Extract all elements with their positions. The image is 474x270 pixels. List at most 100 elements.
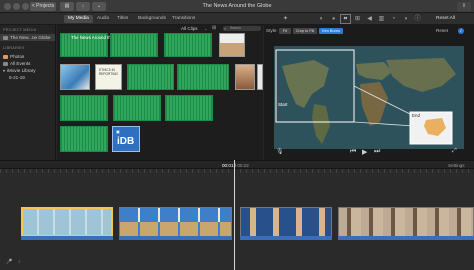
photos-icon [3, 54, 8, 59]
crop-icon[interactable]: ⌗ [340, 14, 351, 24]
media-clip[interactable] [113, 95, 161, 121]
tab-transitions[interactable]: Transitions [168, 15, 199, 23]
timeline-clip-anchor[interactable] [240, 207, 332, 237]
timeline-header: 00:01 / 00:22 Settings [0, 160, 474, 169]
color-balance-icon[interactable]: ◐ [317, 15, 326, 23]
media-toolbar: My Media Audio Titles Backgrounds Transi… [0, 13, 474, 25]
text-thumbnail[interactable]: ETHICS IN REPORTING [95, 64, 122, 90]
photo-thumbnail[interactable] [60, 64, 90, 90]
stabilization-icon[interactable]: ⊞ [353, 15, 362, 23]
audio-track[interactable] [338, 236, 474, 240]
audio-track[interactable] [240, 236, 332, 240]
timeline-clip-map[interactable] [21, 207, 113, 237]
media-clip[interactable] [165, 95, 213, 121]
media-browser: All Clips ⌄ ⊞ ⌕ Search The News Around t… [57, 25, 263, 160]
media-clip[interactable] [110, 33, 158, 57]
tab-audio[interactable]: Audio [93, 15, 113, 23]
sidebar-item-label: All Events [10, 61, 31, 66]
start-label: Start [278, 102, 288, 107]
play-icon[interactable]: ▶ [362, 148, 367, 156]
projects-button[interactable]: < Projects [30, 2, 56, 11]
speed-icon[interactable]: ◔ [389, 15, 398, 23]
audio-track[interactable] [21, 236, 113, 240]
microphone-icon[interactable]: 🎙 [276, 148, 284, 155]
map-preview[interactable]: Start End [274, 46, 464, 149]
sidebar-item-photos[interactable]: Photos [0, 53, 55, 60]
clip-filter-dropdown[interactable]: All Clips [181, 25, 198, 32]
star-icon [3, 61, 8, 66]
filter-chevron-icon[interactable]: ⌄ [204, 25, 207, 32]
crop-style-row: Style: Fit Crop to Fill Ken Burns Reset … [264, 26, 474, 35]
zoom-window-icon[interactable] [22, 3, 29, 10]
reset-all-button[interactable]: Reset All [436, 15, 455, 23]
music-note-icon[interactable]: ♪ [18, 259, 21, 265]
photo-thumbnail[interactable] [219, 33, 245, 57]
timeline-clip-studio[interactable] [338, 207, 474, 237]
sidebar-item-project[interactable]: The New...ne Globe [0, 34, 55, 41]
media-clip[interactable] [60, 126, 108, 152]
close-window-icon[interactable] [4, 3, 11, 10]
reset-button[interactable]: Reset [436, 26, 448, 35]
timeline-ruler[interactable] [0, 169, 474, 173]
info-icon[interactable]: ⓘ [413, 15, 422, 23]
library-toggle-icon[interactable]: ▤ [60, 2, 74, 11]
timeline[interactable]: 🎤 ♪ [0, 169, 474, 270]
import-down-icon[interactable]: ↓ [76, 2, 90, 11]
timeline-clip-news[interactable] [119, 207, 232, 237]
sidebar-item-label: 5-21-19 [9, 75, 25, 80]
current-time: 00:01 [222, 163, 234, 168]
playhead[interactable] [234, 160, 235, 270]
libraries-heading: LIBRARIES [3, 46, 25, 50]
tab-my-media[interactable]: My Media [64, 15, 93, 23]
end-label: End [412, 113, 421, 118]
volume-icon[interactable]: ◀ [365, 15, 374, 23]
sidebar-item-label: iMovie Library [7, 68, 36, 73]
tab-backgrounds[interactable]: Backgrounds [134, 15, 170, 23]
title-bar: < Projects ▤ ↓ ⌄ The News Around the Glo… [0, 0, 474, 13]
microphone-icon[interactable]: 🎤 [6, 259, 12, 265]
media-clip[interactable] [60, 95, 108, 121]
color-correction-icon[interactable]: ◕ [329, 15, 338, 23]
style-crop-to-fill-button[interactable]: Crop to Fill [293, 28, 317, 34]
fullscreen-icon[interactable]: ⤢ [452, 148, 457, 155]
tab-titles[interactable]: Titles [113, 15, 132, 23]
sidebar-item-all-events[interactable]: All Events [0, 60, 55, 67]
thumbnail-text: ETHICS IN REPORTING [99, 68, 118, 76]
photo-thumbnail[interactable] [235, 64, 255, 90]
fast-forward-icon[interactable]: ⏭ [374, 148, 380, 156]
idb-logo-thumbnail[interactable]: ▣ iDB [112, 126, 140, 152]
media-clip[interactable]: The News Around the Globe [60, 33, 126, 57]
search-placeholder: Search [230, 26, 242, 30]
rewind-icon[interactable]: ⏮ [350, 148, 356, 156]
video-filter-icon[interactable]: ◑ [401, 15, 410, 23]
photo-thumbnail[interactable] [257, 64, 263, 90]
project-media-heading: PROJECT MEDIA [3, 28, 37, 32]
style-ken-burns-button[interactable]: Ken Burns [319, 28, 343, 34]
playback-controls: 🎙 ⏮ ▶ ⏭ ⤢ [264, 146, 474, 160]
audio-track[interactable] [119, 236, 232, 240]
magic-wand-icon[interactable]: ✦ [281, 15, 290, 23]
sidebar-item-imovie-library[interactable]: ▾ iMovie Library [0, 67, 55, 74]
library-sidebar: PROJECT MEDIA The New...ne Globe LIBRARI… [0, 25, 56, 160]
sidebar-item-label: Photos [10, 54, 25, 59]
style-fit-button[interactable]: Fit [279, 28, 291, 34]
total-time: 00:22 [237, 163, 249, 168]
share-icon[interactable]: ⇪ [457, 2, 471, 11]
view-options-icon[interactable]: ⊞ [212, 25, 216, 32]
apply-checkmark-icon[interactable]: ✓ [458, 28, 464, 34]
idb-label: iDB [117, 136, 135, 147]
media-clip[interactable] [177, 64, 229, 90]
search-icon: ⌕ [224, 26, 227, 31]
sidebar-item-event-date[interactable]: 5-21-19 [0, 74, 55, 81]
minimize-window-icon[interactable] [13, 3, 20, 10]
disclosure-triangle-icon[interactable]: ▾ [3, 68, 5, 73]
search-input[interactable]: ⌕ Search [223, 26, 261, 31]
more-menu-icon[interactable]: ⌄ [92, 2, 106, 11]
noise-reduction-icon[interactable]: ▥ [377, 15, 386, 23]
style-label: Style: [266, 28, 278, 33]
media-clip[interactable] [127, 64, 174, 90]
sidebar-item-label: The New...ne Globe [10, 35, 51, 40]
logo-mark-icon: ▣ [116, 129, 120, 134]
media-clip[interactable] [164, 33, 212, 57]
viewer-panel: Style: Fit Crop to Fill Ken Burns Reset … [264, 25, 474, 160]
